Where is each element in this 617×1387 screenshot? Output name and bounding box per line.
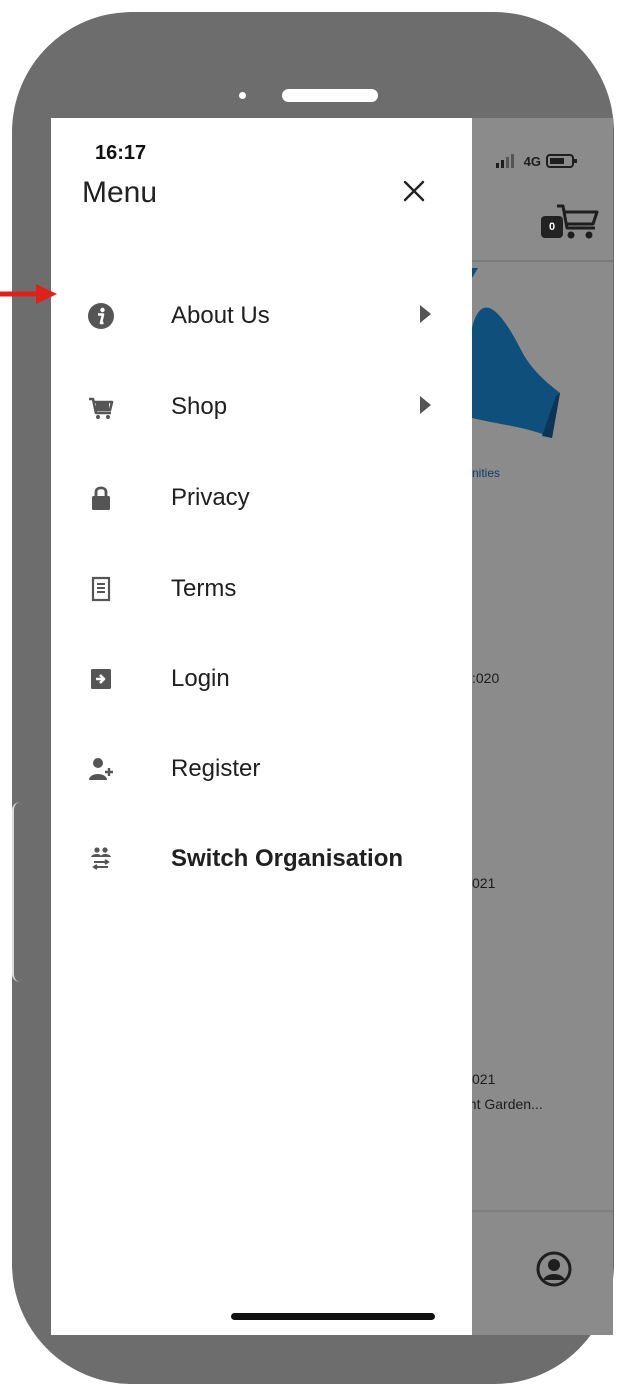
- switch-people-icon: [91, 847, 111, 870]
- signal-icon: [496, 154, 514, 168]
- menu-item-label: Login: [171, 665, 230, 692]
- submenu-arrow-icon: [420, 396, 431, 414]
- menu-item-shop[interactable]: Shop: [51, 371, 472, 441]
- background-header-divider: [472, 260, 613, 262]
- menu-item-about-us[interactable]: About Us: [51, 280, 472, 350]
- network-type: 4G: [523, 154, 541, 169]
- status-time: 16:17: [95, 142, 147, 164]
- hero-banner-graphic: [472, 268, 560, 438]
- phone-side-edge: [12, 802, 28, 982]
- hero-caption: nities: [472, 466, 501, 480]
- event-date-1: :020: [472, 670, 500, 686]
- event-date-3: 021: [472, 1071, 496, 1087]
- menu-item-label: Terms: [171, 575, 237, 602]
- cart-icon: [89, 397, 114, 419]
- battery-icon: [545, 154, 577, 168]
- menu-item-label: About Us: [171, 302, 270, 329]
- annotation-arrow-icon: [0, 284, 57, 304]
- phone-screen: 4G 0 nities :020 021 021 ent Garden... 1…: [51, 118, 613, 1335]
- earpiece-speaker: [282, 89, 378, 102]
- login-icon: [91, 669, 111, 689]
- menu-item-login[interactable]: Login: [51, 643, 472, 713]
- background-footer-divider: [472, 1210, 613, 1212]
- menu-item-register[interactable]: Register: [51, 733, 472, 803]
- cart-button[interactable]: 0: [541, 200, 599, 244]
- menu-item-privacy[interactable]: Privacy: [51, 462, 472, 532]
- menu-item-label: Switch Organisation: [171, 845, 404, 872]
- close-icon[interactable]: [397, 174, 431, 208]
- profile-icon[interactable]: [536, 1251, 572, 1287]
- side-drawer: 16:17 Menu About Us Shop Privacy Terms L…: [51, 118, 472, 1335]
- home-indicator[interactable]: [231, 1313, 435, 1320]
- lock-icon: [92, 486, 110, 510]
- submenu-arrow-icon: [420, 305, 431, 323]
- info-circle-icon: [88, 303, 114, 329]
- menu-item-label: Shop: [171, 393, 228, 420]
- menu-item-terms[interactable]: Terms: [51, 553, 472, 623]
- phone-frame: 4G 0 nities :020 021 021 ent Garden... 1…: [12, 12, 614, 1384]
- menu-title: Menu: [82, 176, 158, 209]
- menu-item-switch-organisation[interactable]: Switch Organisation: [51, 823, 472, 893]
- add-user-icon: [89, 758, 113, 780]
- document-icon: [91, 576, 111, 602]
- menu-item-label: Register: [171, 755, 261, 782]
- status-bar-right: 4G: [496, 154, 579, 169]
- menu-item-label: Privacy: [171, 484, 250, 511]
- front-camera: [239, 92, 246, 99]
- event-title-3: ent Garden...: [461, 1096, 543, 1112]
- event-date-2: 021: [472, 875, 496, 891]
- cart-count-badge: 0: [541, 216, 563, 238]
